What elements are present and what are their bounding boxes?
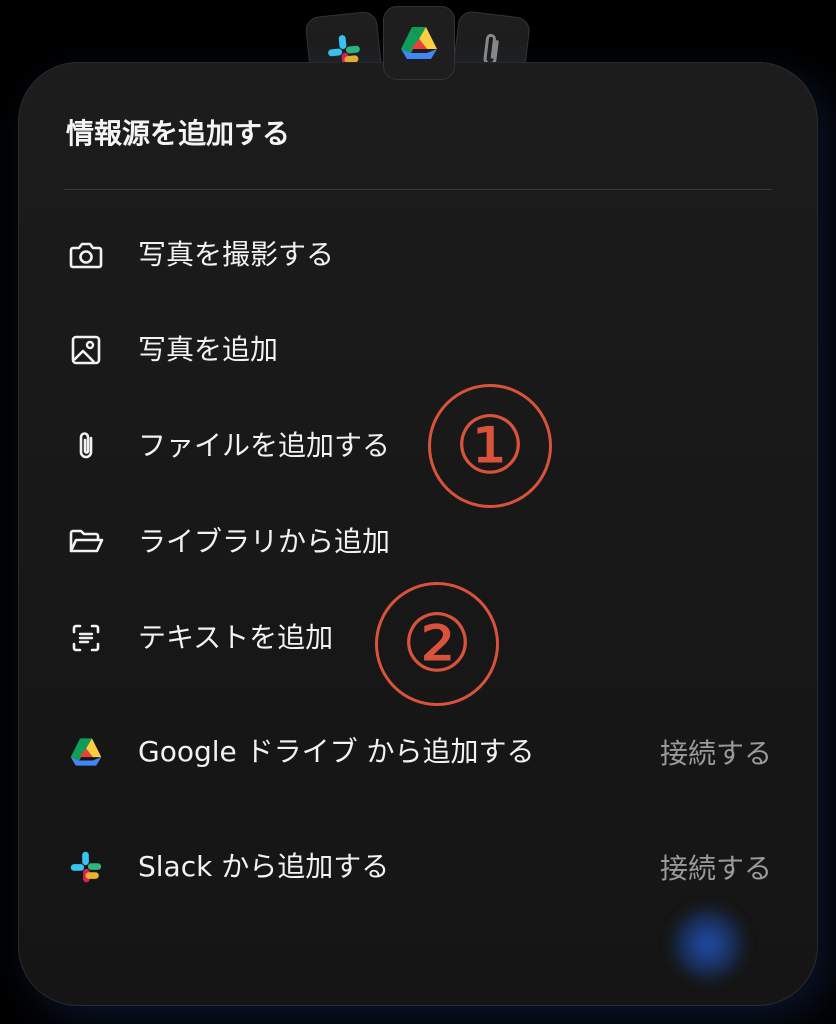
menu-item-google-drive[interactable]: Google ドライブ から追加する 接続する xyxy=(64,708,772,796)
annotation-1: ① xyxy=(428,384,552,508)
menu-item-take-photo[interactable]: 写真を撮影する xyxy=(64,225,772,285)
menu-item-add-photo[interactable]: 写真を追加 xyxy=(64,320,772,380)
divider xyxy=(64,189,772,190)
menu-item-label: ファイルを追加する xyxy=(138,429,391,462)
sheet-title: 情報源を追加する xyxy=(66,117,291,150)
connect-button[interactable]: 接続する xyxy=(660,847,772,887)
google-drive-icon xyxy=(64,730,108,774)
menu-item-label: テキストを追加 xyxy=(138,621,334,654)
menu-item-label: ライブラリから追加 xyxy=(138,525,391,558)
menu-item-add-file[interactable]: ファイルを追加する xyxy=(64,416,772,476)
menu-item-label: Slack から追加する xyxy=(138,850,390,883)
connect-button[interactable]: 接続する xyxy=(660,732,772,772)
background-glow xyxy=(668,904,748,984)
google-drive-icon xyxy=(401,27,437,59)
slack-icon xyxy=(64,845,108,889)
menu-item-label: Google ドライブ から追加する xyxy=(138,735,535,768)
image-icon xyxy=(64,328,108,372)
menu-item-add-from-library[interactable]: ライブラリから追加 xyxy=(64,512,772,572)
menu-item-label: 写真を追加 xyxy=(138,333,279,366)
folder-icon xyxy=(64,520,108,564)
text-scan-icon xyxy=(64,616,108,660)
paperclip-icon xyxy=(64,424,108,468)
camera-icon xyxy=(64,233,108,277)
menu-item-slack[interactable]: Slack から追加する 接続する xyxy=(64,837,772,897)
annotation-2: ② xyxy=(375,582,499,706)
drive-peek-tile xyxy=(383,6,455,80)
menu-item-label: 写真を撮影する xyxy=(138,238,335,271)
add-source-sheet: 情報源を追加する 写真を撮影する 写真を追加 ファイルを追加する ライブラリから… xyxy=(18,62,818,1006)
